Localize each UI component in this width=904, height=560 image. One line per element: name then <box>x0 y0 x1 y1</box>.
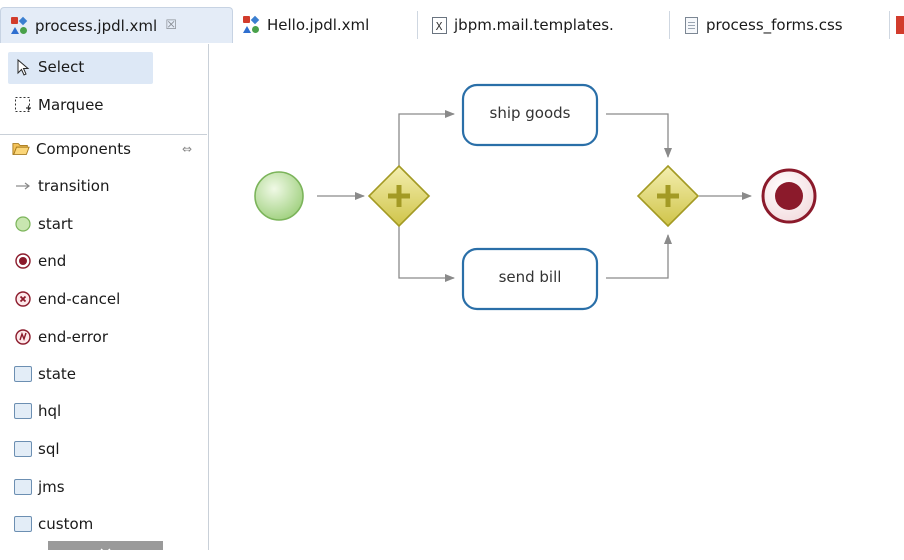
tab-jbpm-mail-templates[interactable]: X jbpm.mail.templates. <box>420 7 670 43</box>
select-tool[interactable]: Select <box>14 58 84 76</box>
select-label: Select <box>38 58 85 76</box>
tab-label: jbpm.mail.templates. <box>454 16 614 34</box>
task-label-ship-goods: ship goods <box>489 104 571 122</box>
join-gateway-node[interactable] <box>636 164 700 228</box>
end-error-icon <box>15 329 31 345</box>
collapse-drawer-icon[interactable]: ⇔ <box>182 142 192 156</box>
xml-file-icon: X <box>431 16 447 34</box>
start-event-icon <box>15 216 31 232</box>
end-event-node[interactable] <box>761 168 817 224</box>
close-tab-icon[interactable]: ☒ <box>165 18 177 33</box>
marquee-label: Marquee <box>38 96 104 114</box>
transition-arrow-icon <box>16 182 30 190</box>
palette-item-label: end-error <box>38 328 108 346</box>
palette-item-jms[interactable]: jms <box>14 478 65 496</box>
transition-ship-goods-to-join[interactable] <box>606 113 672 158</box>
palette-scroll-down-button[interactable] <box>48 541 163 554</box>
palette-item-label: state <box>38 365 76 383</box>
state-node-icon <box>14 366 32 382</box>
palette-panel: Select Marquee Components ⇔ transition s… <box>0 44 209 554</box>
palette-item-custom[interactable]: custom <box>14 515 93 533</box>
hql-node-icon <box>14 403 32 419</box>
palette-item-label: sql <box>38 440 60 458</box>
tab-label: process_forms.css <box>706 16 843 34</box>
jpdl-file-icon <box>11 16 29 35</box>
marquee-icon <box>15 97 31 112</box>
fork-gateway-node[interactable] <box>367 164 431 228</box>
palette-item-label: hql <box>38 402 62 420</box>
transition-send-bill-to-join[interactable] <box>606 234 672 279</box>
start-event-node[interactable] <box>254 171 304 221</box>
tab-process-forms-css[interactable]: process_forms.css <box>672 7 890 43</box>
palette-item-label: end-cancel <box>38 290 121 308</box>
open-folder-icon <box>12 143 30 155</box>
end-cancel-icon <box>15 291 31 307</box>
palette-item-end[interactable]: end <box>14 252 66 270</box>
custom-node-icon <box>14 516 32 532</box>
palette-item-sql[interactable]: sql <box>14 440 60 458</box>
cursor-arrow-icon <box>17 58 30 76</box>
palette-item-transition[interactable]: transition <box>14 177 109 195</box>
jpdl-file-icon <box>243 15 261 34</box>
palette-item-start[interactable]: start <box>14 215 73 233</box>
components-label: Components <box>36 140 131 158</box>
palette-item-label: jms <box>38 478 65 496</box>
palette-item-label: transition <box>38 177 110 195</box>
palette-item-label: start <box>38 215 73 233</box>
palette-item-end-error[interactable]: end-error <box>14 328 108 346</box>
palette-item-label: end <box>38 252 67 270</box>
tab-label: Hello.jpdl.xml <box>267 16 370 34</box>
process-diagram-canvas[interactable]: ship goods send bill <box>209 44 904 550</box>
transition-fork-to-ship-goods[interactable] <box>398 110 455 166</box>
chevron-down-icon <box>100 548 111 554</box>
palette-item-label: custom <box>38 515 94 533</box>
sql-node-icon <box>14 441 32 457</box>
transition-fork-to-send-bill[interactable] <box>398 226 455 282</box>
editor-tab-bar: process.jpdl.xml ☒ Hello.jpdl.xml X jbpm… <box>0 0 904 45</box>
jms-node-icon <box>14 479 32 495</box>
marquee-tool[interactable]: Marquee <box>14 96 104 114</box>
overflow-tab-icon[interactable] <box>896 16 904 34</box>
tab-hello-jpdl[interactable]: Hello.jpdl.xml <box>233 7 418 43</box>
css-file-icon <box>684 16 698 34</box>
palette-item-end-cancel[interactable]: end-cancel <box>14 290 120 308</box>
tab-label: process.jpdl.xml <box>35 16 158 35</box>
end-event-icon <box>15 253 31 269</box>
task-label-send-bill: send bill <box>498 268 562 286</box>
tab-process-jpdl[interactable]: process.jpdl.xml ☒ <box>0 7 233 43</box>
components-drawer-header[interactable]: Components ⇔ <box>0 134 207 165</box>
palette-item-hql[interactable]: hql <box>14 402 61 420</box>
palette-item-state[interactable]: state <box>14 365 76 383</box>
